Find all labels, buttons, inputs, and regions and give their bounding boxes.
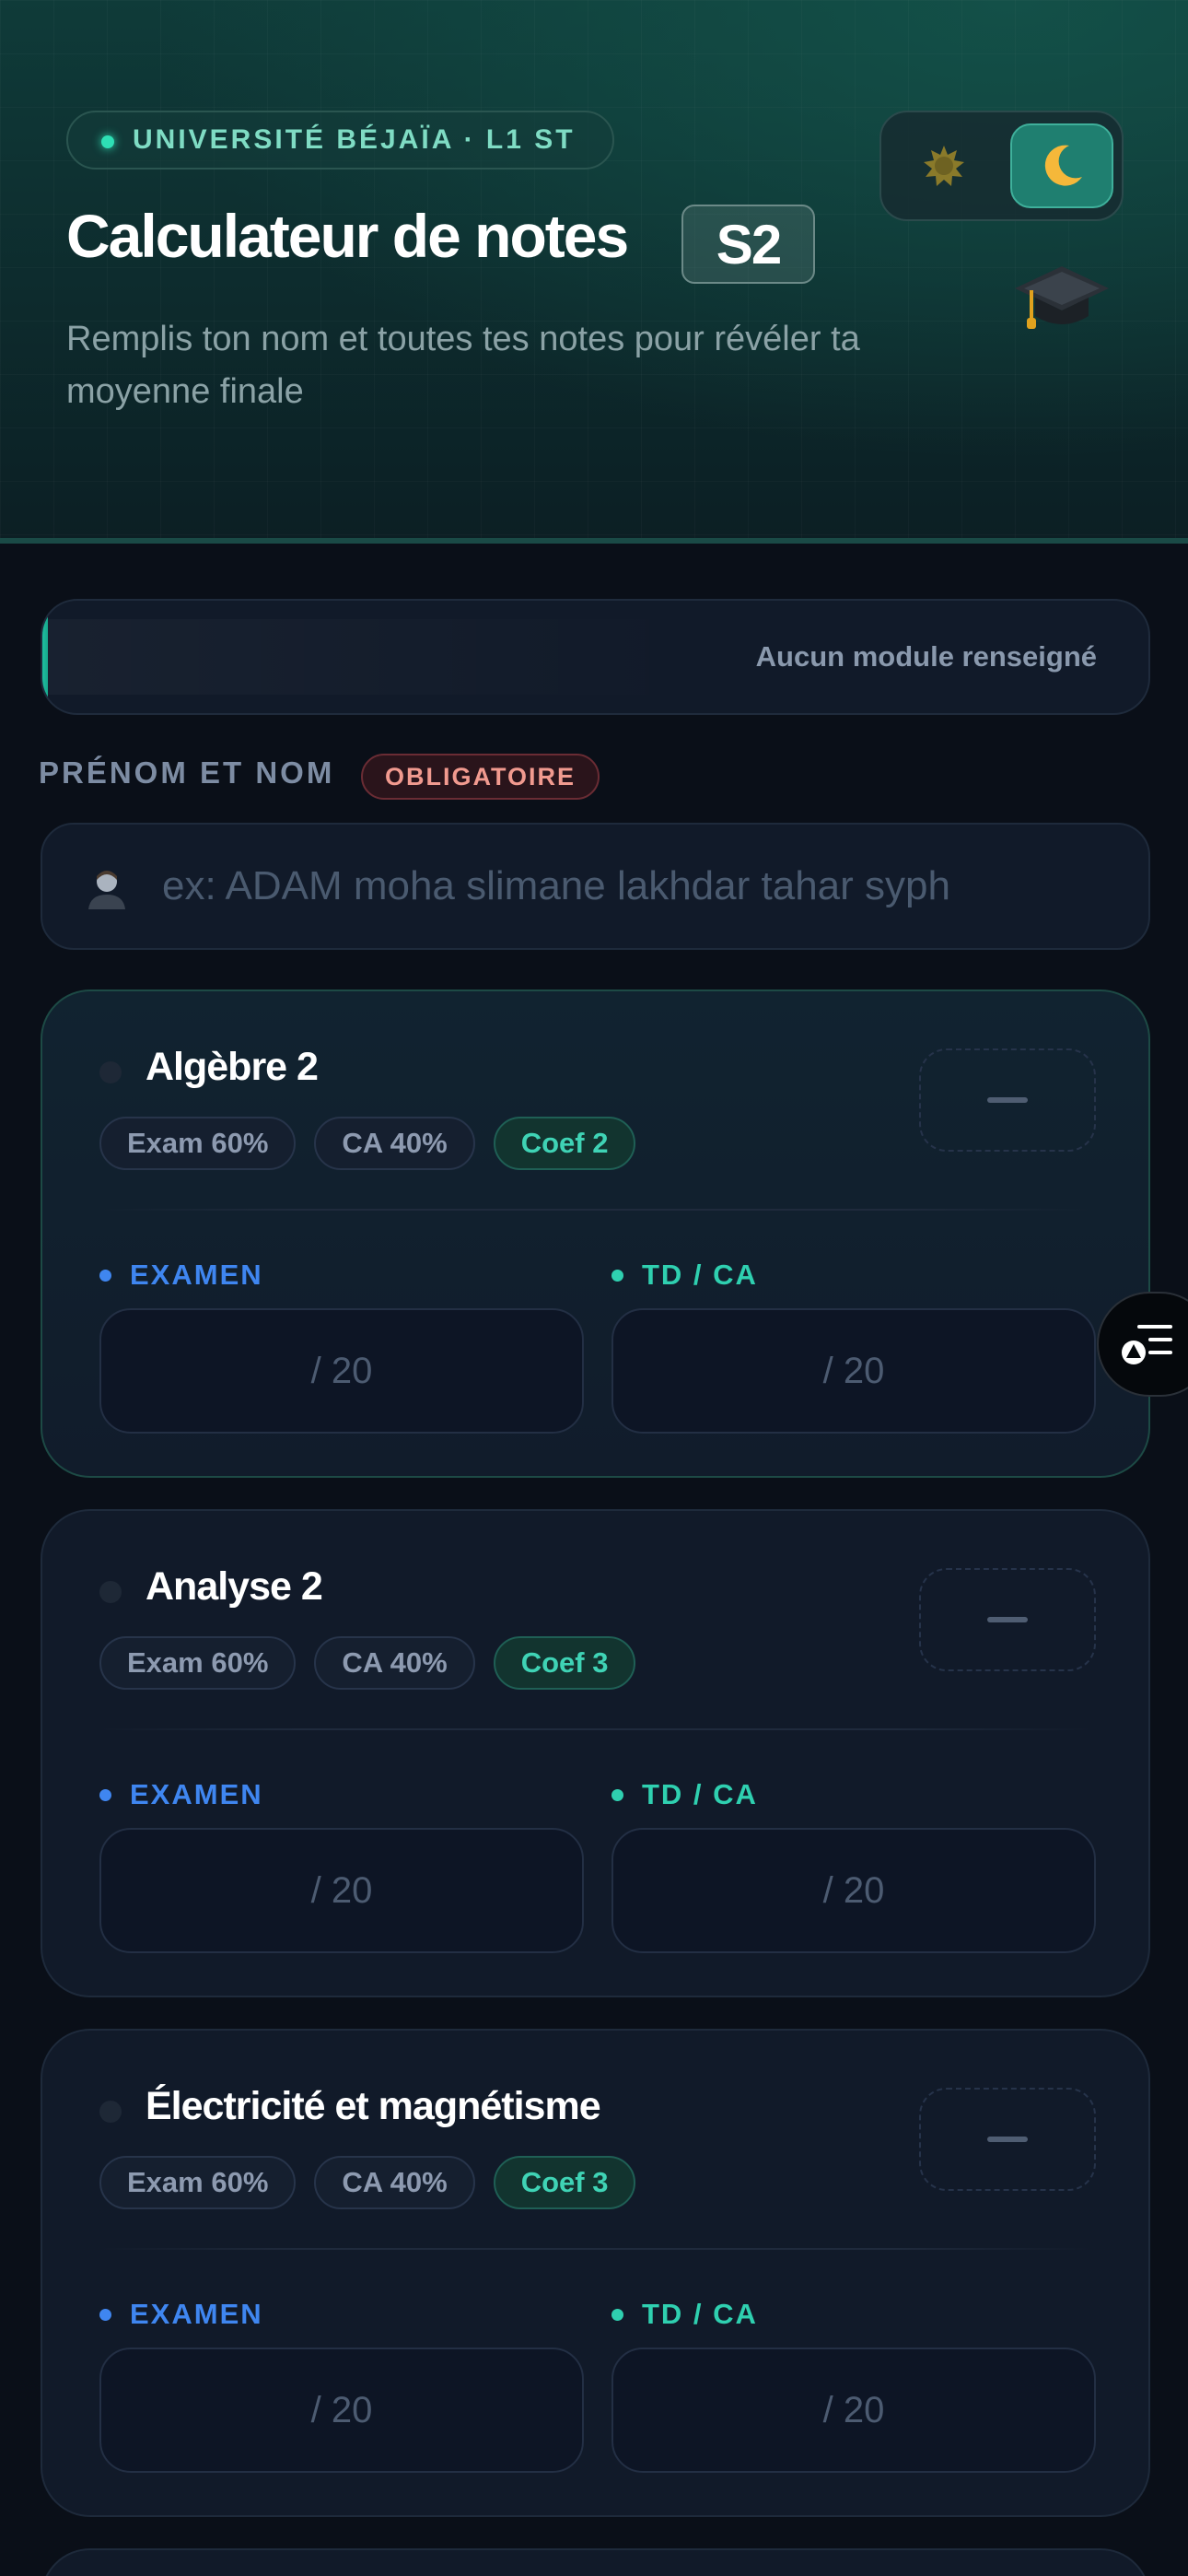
university-label: UNIVERSITÉ BÉJAÏA · L1 ST — [133, 124, 576, 155]
dark-theme-button[interactable] — [1010, 123, 1113, 208]
module-result — [919, 2088, 1096, 2191]
coefficient-chip: Coef 3 — [493, 1636, 636, 1690]
td-grade-input[interactable]: / 20 — [611, 1828, 1096, 1953]
semester-badge: S2 — [681, 205, 815, 284]
name-input[interactable] — [162, 825, 1120, 948]
module-card-partial — [41, 2548, 1150, 2576]
module-result — [919, 1048, 1096, 1152]
exam-grade-input[interactable]: / 20 — [99, 2348, 584, 2473]
exam-label: EXAMEN — [99, 1259, 263, 1292]
td-label: TD / CA — [611, 2298, 758, 2331]
td-grade-placeholder: / 20 — [822, 2389, 885, 2430]
td-label: TD / CA — [611, 1778, 758, 1811]
exam-weight-chip: Exam 60% — [99, 1636, 297, 1690]
module-status-dot — [99, 1061, 122, 1083]
module-card: Algèbre 2 Exam 60% CA 40% Coef 2 EXAMEN … — [41, 989, 1150, 1478]
exam-grade-input[interactable]: / 20 — [99, 1308, 584, 1434]
td-grade-input[interactable]: / 20 — [611, 2348, 1096, 2473]
exam-grade-placeholder: / 20 — [310, 1869, 373, 1911]
exam-grade-placeholder: / 20 — [310, 1350, 373, 1391]
divider — [99, 1209, 1091, 1211]
td-grade-placeholder: / 20 — [822, 1869, 885, 1911]
theme-toggle[interactable] — [879, 111, 1124, 221]
exam-weight-chip: Exam 60% — [99, 1117, 297, 1170]
required-badge: OBLIGATOIRE — [361, 754, 600, 800]
page-title: Calculateur de notes — [66, 202, 629, 270]
light-theme-button[interactable] — [892, 123, 996, 208]
empty-result-dash — [987, 1617, 1028, 1622]
empty-result-dash — [987, 1097, 1028, 1103]
university-badge: UNIVERSITÉ BÉJAÏA · L1 ST — [66, 111, 614, 170]
progress-bar: Aucun module renseigné — [41, 599, 1150, 715]
moon-icon — [1044, 145, 1082, 186]
status-dot — [101, 135, 114, 148]
sun-icon — [924, 146, 964, 186]
module-chips: Exam 60% CA 40% Coef 3 — [99, 1636, 636, 1690]
name-field-label: PRÉNOM ET NOM — [39, 755, 335, 790]
coefficient-chip: Coef 2 — [493, 1117, 636, 1170]
header: UNIVERSITÉ BÉJAÏA · L1 ST Calculateur de… — [0, 0, 1188, 544]
progress-status-text: Aucun module renseigné — [755, 640, 1097, 673]
coefficient-chip: Coef 3 — [493, 2156, 636, 2209]
ca-weight-chip: CA 40% — [314, 1636, 475, 1690]
exam-label: EXAMEN — [99, 2298, 263, 2331]
empty-result-dash — [987, 2137, 1028, 2142]
td-grade-input[interactable]: / 20 — [611, 1308, 1096, 1434]
exam-label: EXAMEN — [99, 1778, 263, 1811]
module-chips: Exam 60% CA 40% Coef 3 — [99, 2156, 636, 2209]
module-card: Analyse 2 Exam 60% CA 40% Coef 3 EXAMEN … — [41, 1509, 1150, 1997]
td-label: TD / CA — [611, 1259, 758, 1292]
person-icon — [88, 871, 125, 909]
module-card: Électricité et magnétisme Exam 60% CA 40… — [41, 2029, 1150, 2517]
module-status-dot — [99, 1581, 122, 1603]
ca-weight-chip: CA 40% — [314, 2156, 475, 2209]
exam-grade-placeholder: / 20 — [310, 2389, 373, 2430]
exam-weight-chip: Exam 60% — [99, 2156, 297, 2209]
exam-grade-input[interactable]: / 20 — [99, 1828, 584, 1953]
module-name: Analyse 2 — [146, 1564, 323, 1609]
module-status-dot — [99, 2101, 122, 2123]
module-name: Électricité et magnétisme — [146, 2084, 601, 2128]
module-chips: Exam 60% CA 40% Coef 2 — [99, 1117, 636, 1170]
name-field[interactable] — [41, 823, 1150, 950]
module-result — [919, 1568, 1096, 1671]
graduation-cap-icon — [1015, 266, 1109, 329]
td-grade-placeholder: / 20 — [822, 1350, 885, 1391]
ca-weight-chip: CA 40% — [314, 1117, 475, 1170]
divider — [99, 2248, 1091, 2250]
divider — [99, 1728, 1091, 1730]
summary-list-icon — [1122, 1325, 1172, 1364]
module-name: Algèbre 2 — [146, 1045, 319, 1089]
page-subtitle: Remplis ton nom et toutes tes notes pour… — [66, 320, 860, 411]
